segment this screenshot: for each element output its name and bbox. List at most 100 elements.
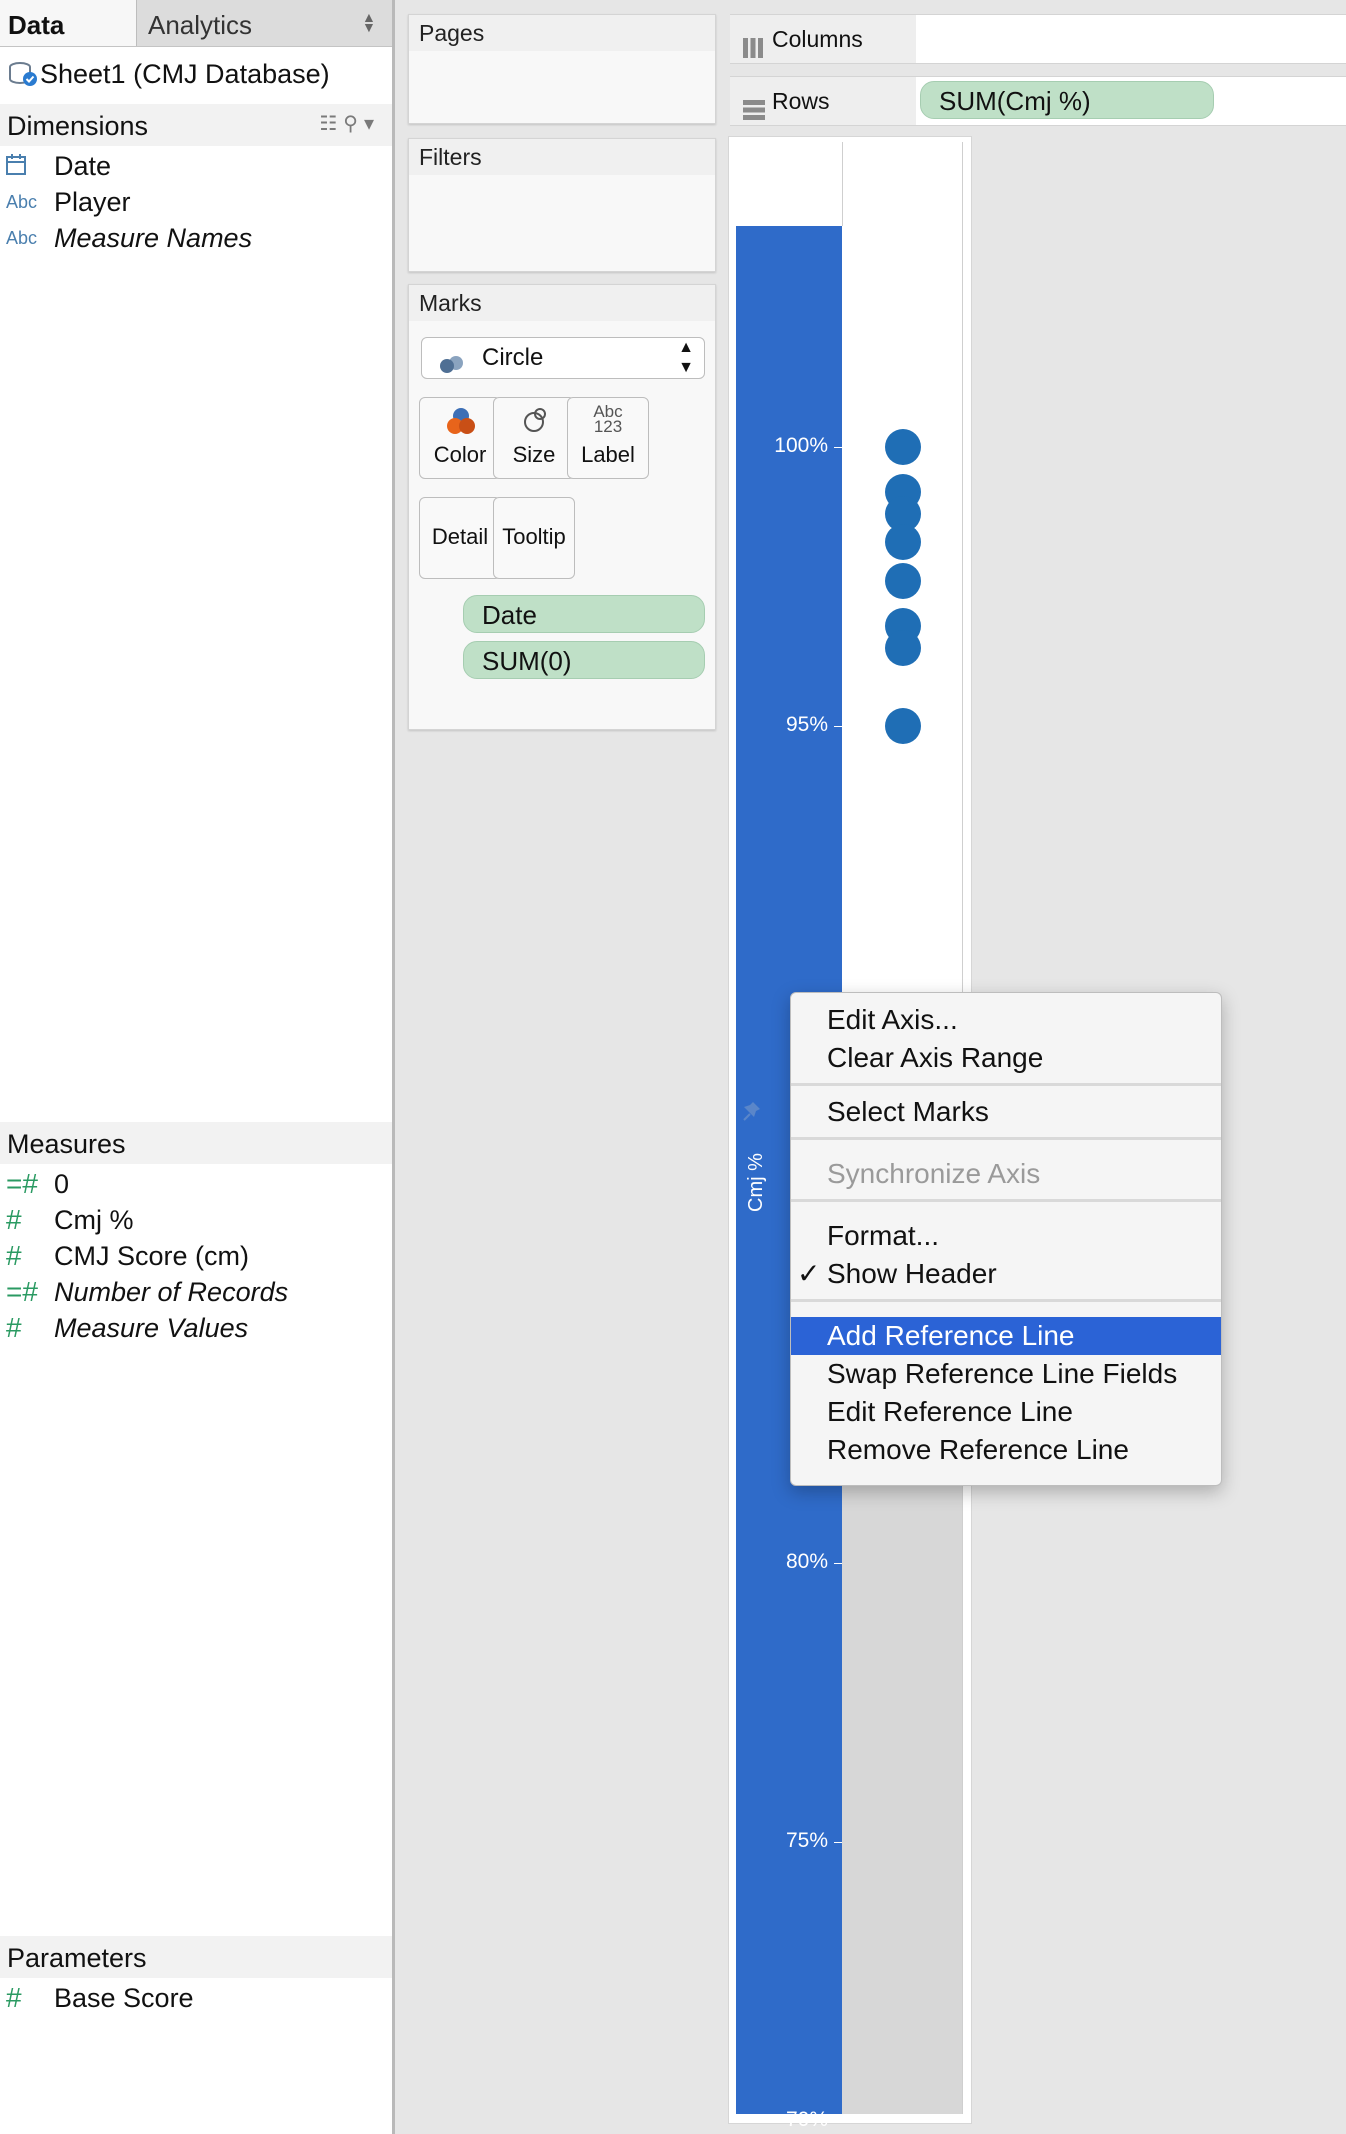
mark-type-dropdown[interactable]: Circle ▲ ▼ [421,337,705,379]
menu-item-synchronize-axis: Synchronize Axis [791,1155,1221,1193]
marks-card: Marks Circle ▲ ▼ Color Size Abc 123 Label … [408,284,716,730]
circle-mark-icon [438,348,468,388]
menu-separator [791,1083,1221,1086]
menu-item-edit-axis[interactable]: Edit Axis... [791,1001,1221,1039]
menu-item-remove-reference-line[interactable]: Remove Reference Line [791,1431,1221,1469]
menu-item-add-reference-line[interactable]: Add Reference Line [791,1317,1221,1355]
columns-shelf[interactable]: Columns [730,14,1346,64]
menu-item-select-marks[interactable]: Select Marks [791,1093,1221,1131]
label-button[interactable]: Abc 123 Label [567,397,649,479]
pane-tab-bar: Data Analytics ▲ ▼ [0,0,392,47]
tab-analytics[interactable]: Analytics [140,0,368,46]
datasource-label: Sheet1 (CMJ Database) [40,59,330,89]
measures-heading: Measures [7,1129,126,1159]
menu-item-label: Swap Reference Line Fields [827,1358,1178,1389]
menu-item-label: Edit Axis... [827,1004,958,1035]
detail-button-label: Detail [431,524,489,549]
tooltip-button[interactable]: Tooltip [493,497,575,579]
y-tick-mark [834,726,842,727]
menu-item-edit-reference-line[interactable]: Edit Reference Line [791,1393,1221,1431]
rows-shelf[interactable]: Rows SUM(Cmj %) [730,76,1346,126]
abc-123-icon: Abc 123 [568,403,648,435]
columns-shelf-label: Columns [730,15,916,63]
menu-item-format[interactable]: Format... [791,1217,1221,1255]
abc-icon: Abc [6,228,38,248]
data-point[interactable] [885,708,921,744]
y-tick-label: 75% [785,1829,828,1852]
data-point[interactable] [885,523,921,560]
data-point[interactable] [885,562,921,599]
field-label: Cmj % [54,1205,134,1235]
tab-data[interactable]: Data [0,0,137,46]
calculated-hash-icon: =# [6,1168,38,1199]
abc-icon: Abc [6,192,38,212]
label-button-label: Label [581,442,635,467]
dropdown-arrows-icon: ▲ ▼ [678,339,694,376]
calendar-icon [6,152,36,188]
calculated-hash-icon: =# [6,1276,38,1307]
dimensions-tools[interactable]: ☷⚲▾ [319,111,380,136]
axis-context-menu: Edit Axis... Clear Axis Range Select Mar… [790,992,1222,1486]
y-tick-label: 70% [785,2108,828,2131]
checkmark-icon: ✓ [797,1258,821,1289]
search-icon[interactable]: ⚲ [343,113,364,135]
y-tick-label: 100% [774,434,828,457]
menu-item-label: Select Marks [827,1096,989,1127]
menu-item-clear-axis-range[interactable]: Clear Axis Range [791,1039,1221,1077]
y-tick-mark [834,447,842,448]
filters-card-title: Filters [409,139,715,175]
columns-icon [742,27,764,75]
pane-toggle-icon[interactable]: ▲ ▼ [362,10,376,34]
parameters-heading: Parameters [7,1943,147,1973]
field-label: Player [54,187,131,217]
field-label: CMJ Score (cm) [54,1241,249,1271]
rows-shelf-label: Rows [730,77,916,125]
size-button[interactable]: Size [493,397,575,479]
menu-item-swap-reference-line-fields[interactable]: Swap Reference Line Fields [791,1355,1221,1393]
marks-pill-date[interactable]: Date [463,595,705,633]
hash-icon: # [6,1312,22,1343]
menu-separator [791,1199,1221,1202]
menu-item-label: Format... [827,1220,940,1251]
database-icon [8,60,38,86]
datasource-item[interactable]: Sheet1 (CMJ Database) [8,56,330,92]
field-label: 0 [54,1169,70,1199]
y-tick-mark [834,1842,842,1843]
size-button-label: Size [512,442,556,467]
menu-item-show-header[interactable]: ✓ Show Header [791,1255,1221,1293]
y-axis-title: Cmj % [738,1130,774,1220]
marks-card-title: Marks [409,285,715,321]
y-tick-mark [834,1563,842,1564]
data-pane: Data Analytics ▲ ▼ Sheet1 (CMJ Database) … [0,0,395,2134]
columns-label: Columns [772,26,863,52]
hash-icon: # [6,1240,22,1271]
measures-header: Measures [0,1122,392,1164]
filters-card[interactable]: Filters [408,138,716,272]
rows-label: Rows [772,88,830,114]
mark-type-label: Circle [482,344,544,371]
field-label: Measure Values [54,1313,249,1343]
tooltip-button-label: Tooltip [502,524,566,549]
pages-card[interactable]: Pages [408,14,716,124]
y-tick-label: 95% [785,713,828,736]
color-button[interactable]: Color [419,397,501,479]
field-label: Base Score [54,1983,194,2013]
detail-button[interactable]: Detail [419,497,501,579]
field-label: Measure Names [54,223,253,253]
data-point[interactable] [885,429,921,465]
size-icon [522,406,550,440]
menu-item-label: Synchronize Axis [827,1158,1041,1189]
marks-pill-sum-0[interactable]: SUM(0) [463,641,705,679]
list-view-icon[interactable]: ☷ [319,113,343,135]
menu-item-label: Show Header [827,1258,997,1289]
dimensions-heading: Dimensions [7,111,149,141]
data-point[interactable] [885,629,921,666]
pin-icon [738,1098,768,1128]
pages-card-title: Pages [409,15,715,51]
y-tick-label: 80% [785,1550,828,1573]
rows-icon [742,89,766,137]
parameters-header: Parameters [0,1936,392,1978]
rows-pill-sum-cmj[interactable]: SUM(Cmj %) [920,81,1214,119]
chevron-down-icon[interactable]: ▾ [364,113,380,135]
hash-icon: # [6,1982,22,2013]
